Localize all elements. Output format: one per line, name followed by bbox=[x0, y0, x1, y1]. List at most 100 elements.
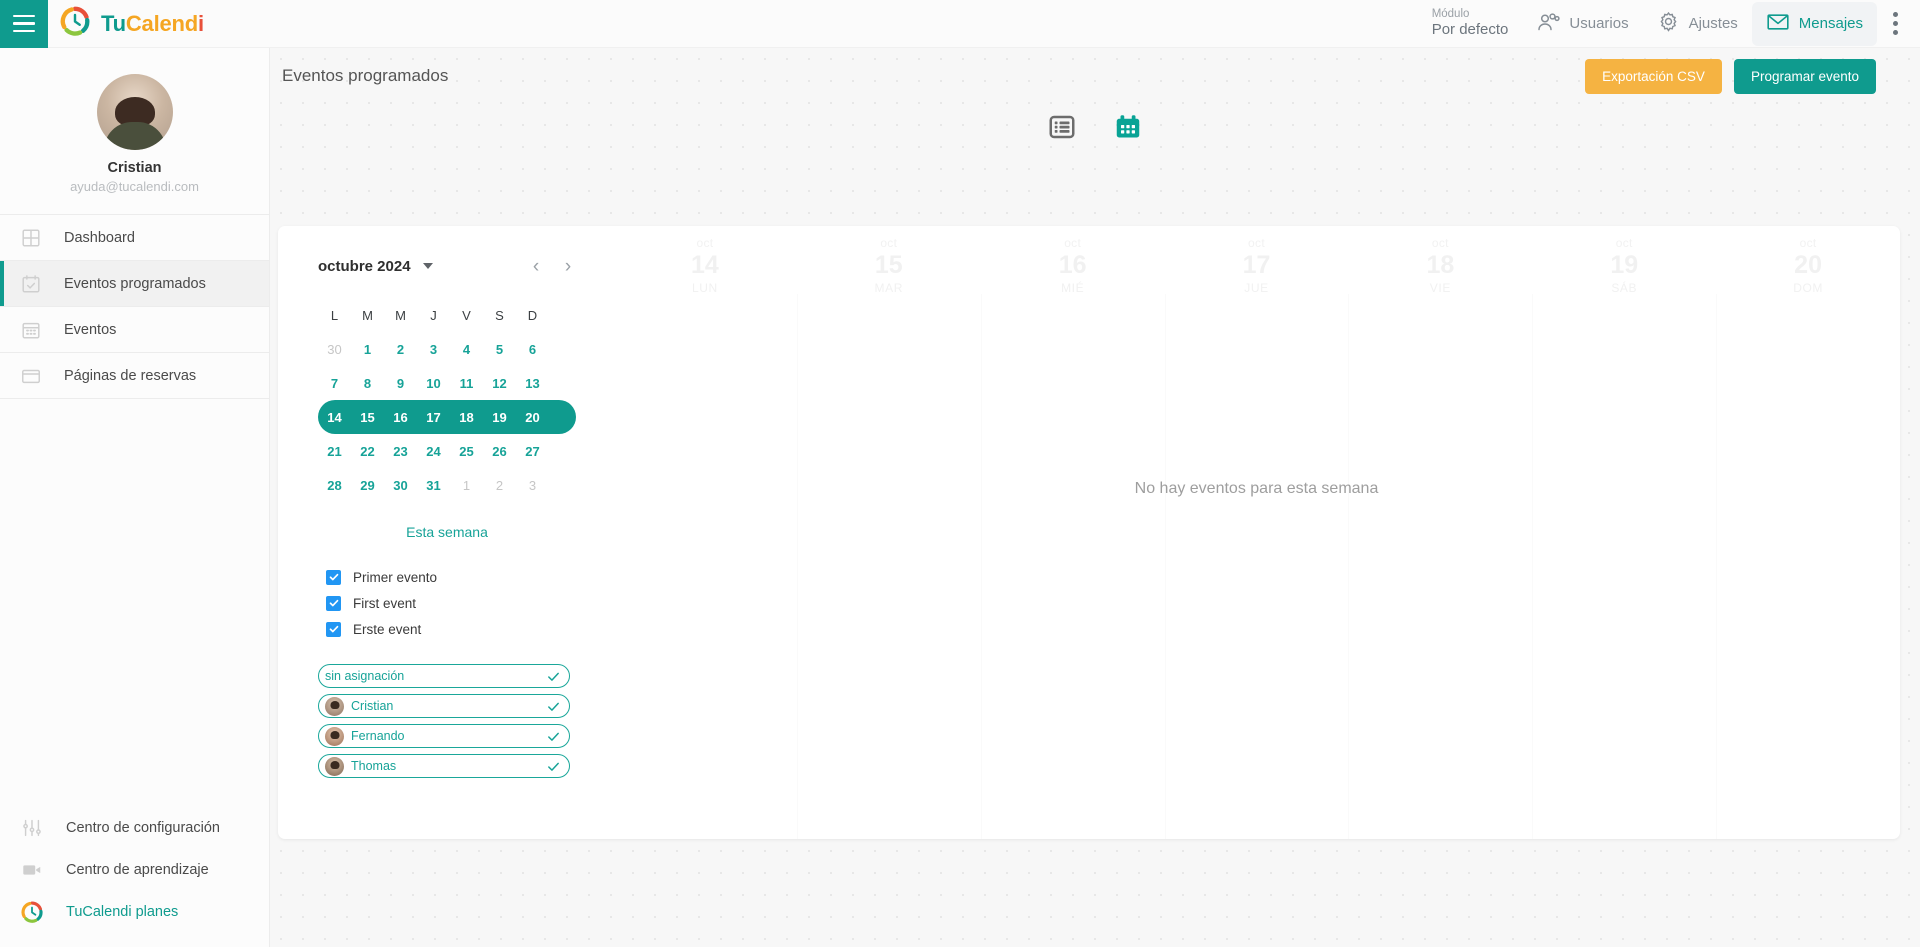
sidebar-item-paginas-de-reservas[interactable]: Páginas de reservas bbox=[0, 353, 269, 399]
checkbox-row-erste-event[interactable]: Erste event bbox=[326, 616, 576, 642]
day-cell[interactable]: 31 bbox=[417, 468, 450, 502]
sidebar-label-centro-de-configuracion: Centro de configuración bbox=[66, 820, 220, 836]
this-week-link[interactable]: Esta semana bbox=[318, 524, 576, 540]
module-label: Módulo bbox=[1431, 8, 1470, 21]
day-cell[interactable]: 14 bbox=[318, 400, 351, 434]
day-cell[interactable]: 1 bbox=[351, 332, 384, 366]
check-icon bbox=[546, 669, 561, 684]
empty-state-message: No hay eventos para esta semana bbox=[1134, 480, 1379, 497]
module-value: Por defecto bbox=[1431, 21, 1509, 39]
schedule-event-button[interactable]: Programar evento bbox=[1733, 58, 1876, 94]
column-day-number: 14 bbox=[691, 251, 719, 279]
check-icon bbox=[546, 759, 561, 774]
top-navigation: Módulo Por defecto Usuarios Ajustes Mens… bbox=[1418, 1, 1920, 46]
week-column-dom[interactable]: oct 20 DOM bbox=[1716, 226, 1900, 839]
sidebar-item-eventos[interactable]: Eventos bbox=[0, 307, 269, 353]
sidebar-label-centro-de-aprendizaje: Centro de aprendizaje bbox=[66, 862, 209, 878]
tucalendi-logo-icon bbox=[60, 6, 90, 41]
day-cell[interactable]: 5 bbox=[483, 332, 516, 366]
chevron-down-icon[interactable] bbox=[422, 263, 433, 269]
week-row-selected[interactable]: 14 15 16 17 18 19 20 bbox=[318, 400, 576, 434]
week-column-mie[interactable]: oct 16 MIÉ bbox=[980, 226, 1165, 839]
user-filter-sin-asignacion[interactable]: sin asignación bbox=[318, 664, 570, 688]
header-actions: Exportación CSV Programar evento bbox=[1585, 58, 1876, 94]
sidebar-label-tucalendi-planes: TuCalendi planes bbox=[66, 904, 179, 920]
week-column-lun[interactable]: oct 14 LUN bbox=[613, 226, 797, 839]
day-cell[interactable]: 23 bbox=[384, 434, 417, 468]
day-cell[interactable]: 12 bbox=[483, 366, 516, 400]
user-filter-fernando[interactable]: Fernando bbox=[318, 724, 570, 748]
day-cell[interactable]: 27 bbox=[516, 434, 549, 468]
list-view-button[interactable] bbox=[1045, 110, 1079, 144]
day-cell[interactable]: 29 bbox=[351, 468, 384, 502]
day-cell[interactable]: 26 bbox=[483, 434, 516, 468]
week-column-vie[interactable]: oct 18 VIE bbox=[1348, 226, 1532, 839]
sidebar-item-dashboard[interactable]: Dashboard bbox=[0, 215, 269, 261]
day-cell[interactable]: 28 bbox=[318, 468, 351, 502]
day-cell[interactable]: 9 bbox=[384, 366, 417, 400]
week-row[interactable]: 30 1 2 3 4 5 6 bbox=[318, 332, 576, 366]
day-cell[interactable]: 2 bbox=[483, 468, 516, 502]
day-cell[interactable]: 21 bbox=[318, 434, 351, 468]
day-cell[interactable]: 22 bbox=[351, 434, 384, 468]
hamburger-line bbox=[13, 29, 35, 33]
day-cell[interactable]: 18 bbox=[450, 400, 483, 434]
day-cell[interactable]: 16 bbox=[384, 400, 417, 434]
sidebar-item-tucalendi-planes[interactable]: TuCalendi planes bbox=[0, 891, 269, 933]
day-cell[interactable]: 11 bbox=[450, 366, 483, 400]
week-column-header: oct 20 DOM bbox=[1716, 226, 1900, 295]
hamburger-menu-icon[interactable] bbox=[0, 0, 48, 48]
week-column-mar[interactable]: oct 15 MAR bbox=[796, 226, 981, 839]
day-cell[interactable]: 19 bbox=[483, 400, 516, 434]
module-selector[interactable]: Módulo Por defecto bbox=[1418, 4, 1523, 42]
nav-item-ajustes[interactable]: Ajustes bbox=[1643, 2, 1752, 45]
check-icon[interactable] bbox=[326, 595, 341, 611]
profile-email: ayuda@tucalendi.com bbox=[70, 179, 199, 194]
more-vertical-icon[interactable] bbox=[1877, 2, 1912, 45]
week-column-header: oct 19 SÁB bbox=[1532, 226, 1716, 295]
day-cell[interactable]: 25 bbox=[450, 434, 483, 468]
brand-part-1: Tu bbox=[101, 10, 126, 36]
nav-item-usuarios[interactable]: Usuarios bbox=[1522, 2, 1642, 46]
calendar-view-button[interactable] bbox=[1111, 110, 1145, 144]
sidebar-item-centro-de-configuracion[interactable]: Centro de configuración bbox=[0, 807, 269, 849]
day-cell[interactable]: 30 bbox=[384, 468, 417, 502]
day-cell[interactable]: 17 bbox=[417, 400, 450, 434]
day-cell[interactable]: 24 bbox=[417, 434, 450, 468]
day-cell[interactable]: 15 bbox=[351, 400, 384, 434]
user-filter-label: Thomas bbox=[351, 759, 397, 773]
day-cell[interactable]: 4 bbox=[450, 332, 483, 366]
chevron-left-icon[interactable]: ‹ bbox=[528, 257, 544, 276]
week-row[interactable]: 28 29 30 31 1 2 3 bbox=[318, 468, 576, 502]
day-of-week-row: L M M J V S D bbox=[318, 298, 576, 332]
day-cell[interactable]: 3 bbox=[516, 468, 549, 502]
user-filter-thomas[interactable]: Thomas bbox=[318, 754, 570, 778]
day-cell[interactable]: 7 bbox=[318, 366, 351, 400]
day-cell[interactable]: 13 bbox=[516, 366, 549, 400]
week-column-sab[interactable]: oct 19 SÁB bbox=[1532, 226, 1716, 839]
day-cell[interactable]: 10 bbox=[417, 366, 450, 400]
sidebar-item-eventos-programados[interactable]: Eventos programados bbox=[0, 261, 269, 307]
brand-logo[interactable]: TuCalendi bbox=[60, 6, 204, 41]
checkbox-row-primer-evento[interactable]: Primer evento bbox=[326, 564, 576, 590]
check-icon[interactable] bbox=[326, 569, 341, 585]
day-cell[interactable]: 30 bbox=[318, 332, 351, 366]
day-cell[interactable]: 1 bbox=[450, 468, 483, 502]
column-day-number: 16 bbox=[1058, 251, 1087, 279]
chevron-right-icon[interactable]: › bbox=[560, 257, 576, 276]
export-csv-button[interactable]: Exportación CSV bbox=[1585, 58, 1722, 94]
day-cell[interactable]: 6 bbox=[516, 332, 549, 366]
week-row[interactable]: 21 22 23 24 25 26 27 bbox=[318, 434, 576, 468]
check-icon bbox=[546, 729, 561, 744]
day-cell[interactable]: 2 bbox=[384, 332, 417, 366]
day-cell[interactable]: 3 bbox=[417, 332, 450, 366]
day-cell[interactable]: 8 bbox=[351, 366, 384, 400]
week-row[interactable]: 7 8 9 10 11 12 13 bbox=[318, 366, 576, 400]
checkbox-row-first-event[interactable]: First event bbox=[326, 590, 576, 616]
week-column-jue[interactable]: oct 17 JUE bbox=[1164, 226, 1349, 839]
user-filter-cristian[interactable]: Cristian bbox=[318, 694, 570, 718]
sidebar-item-centro-de-aprendizaje[interactable]: Centro de aprendizaje bbox=[0, 849, 269, 891]
check-icon[interactable] bbox=[326, 621, 341, 637]
day-cell[interactable]: 20 bbox=[516, 400, 549, 434]
nav-item-mensajes[interactable]: Mensajes bbox=[1751, 1, 1877, 46]
